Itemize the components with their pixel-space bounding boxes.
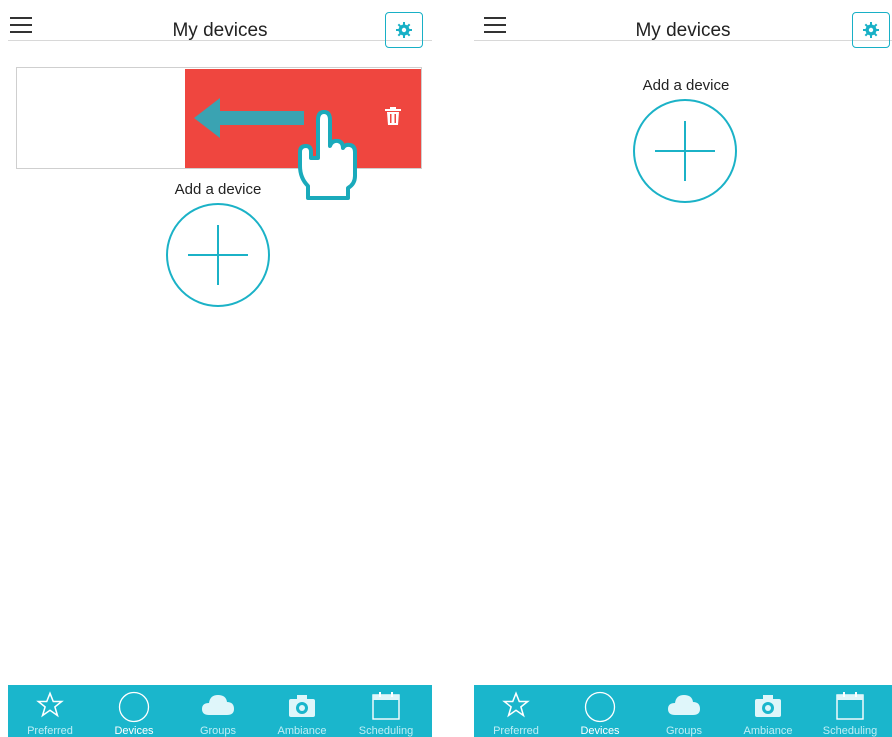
page-title: My devices: [172, 20, 268, 41]
calendar-icon: [836, 692, 864, 720]
tab-groups[interactable]: Groups: [642, 685, 726, 737]
gear-icon: [863, 22, 879, 38]
tab-ambiance[interactable]: Ambiance: [726, 685, 810, 737]
calendar-icon: [372, 692, 400, 720]
tab-groups[interactable]: Groups: [176, 685, 260, 737]
settings-button[interactable]: [852, 12, 890, 48]
settings-button[interactable]: [385, 12, 423, 48]
tab-bar: Preferred Devices Groups Ambiance Schedu…: [8, 685, 432, 737]
tab-devices[interactable]: Devices: [558, 685, 642, 737]
header: My devices: [8, 0, 432, 48]
header: My devices: [474, 0, 892, 48]
add-device-label: Add a device: [642, 77, 730, 94]
screen-swipe-delete: My devices Add a device Preferred Device…: [8, 0, 432, 737]
tab-scheduling[interactable]: Scheduling: [344, 685, 428, 737]
add-device-button[interactable]: [166, 203, 270, 307]
tab-preferred[interactable]: Preferred: [474, 685, 558, 737]
screen-empty: My devices Add a device Preferred Device…: [474, 0, 892, 737]
tab-preferred[interactable]: Preferred: [8, 685, 92, 737]
circle-icon: [118, 691, 150, 723]
cloud-icon: [202, 695, 234, 715]
tab-bar: Preferred Devices Groups Ambiance Schedu…: [474, 685, 892, 737]
trash-icon[interactable]: [385, 107, 401, 125]
add-device-button[interactable]: [633, 99, 737, 203]
tab-devices[interactable]: Devices: [92, 685, 176, 737]
tab-scheduling[interactable]: Scheduling: [808, 685, 892, 737]
camera-icon: [289, 695, 315, 717]
gear-icon: [396, 22, 412, 38]
star-icon: [36, 691, 64, 718]
cloud-icon: [668, 695, 700, 715]
tab-ambiance[interactable]: Ambiance: [260, 685, 344, 737]
circle-icon: [584, 691, 616, 723]
add-device-label: Add a device: [174, 181, 262, 198]
page-title: My devices: [635, 20, 731, 41]
camera-icon: [755, 695, 781, 717]
star-icon: [502, 691, 530, 718]
